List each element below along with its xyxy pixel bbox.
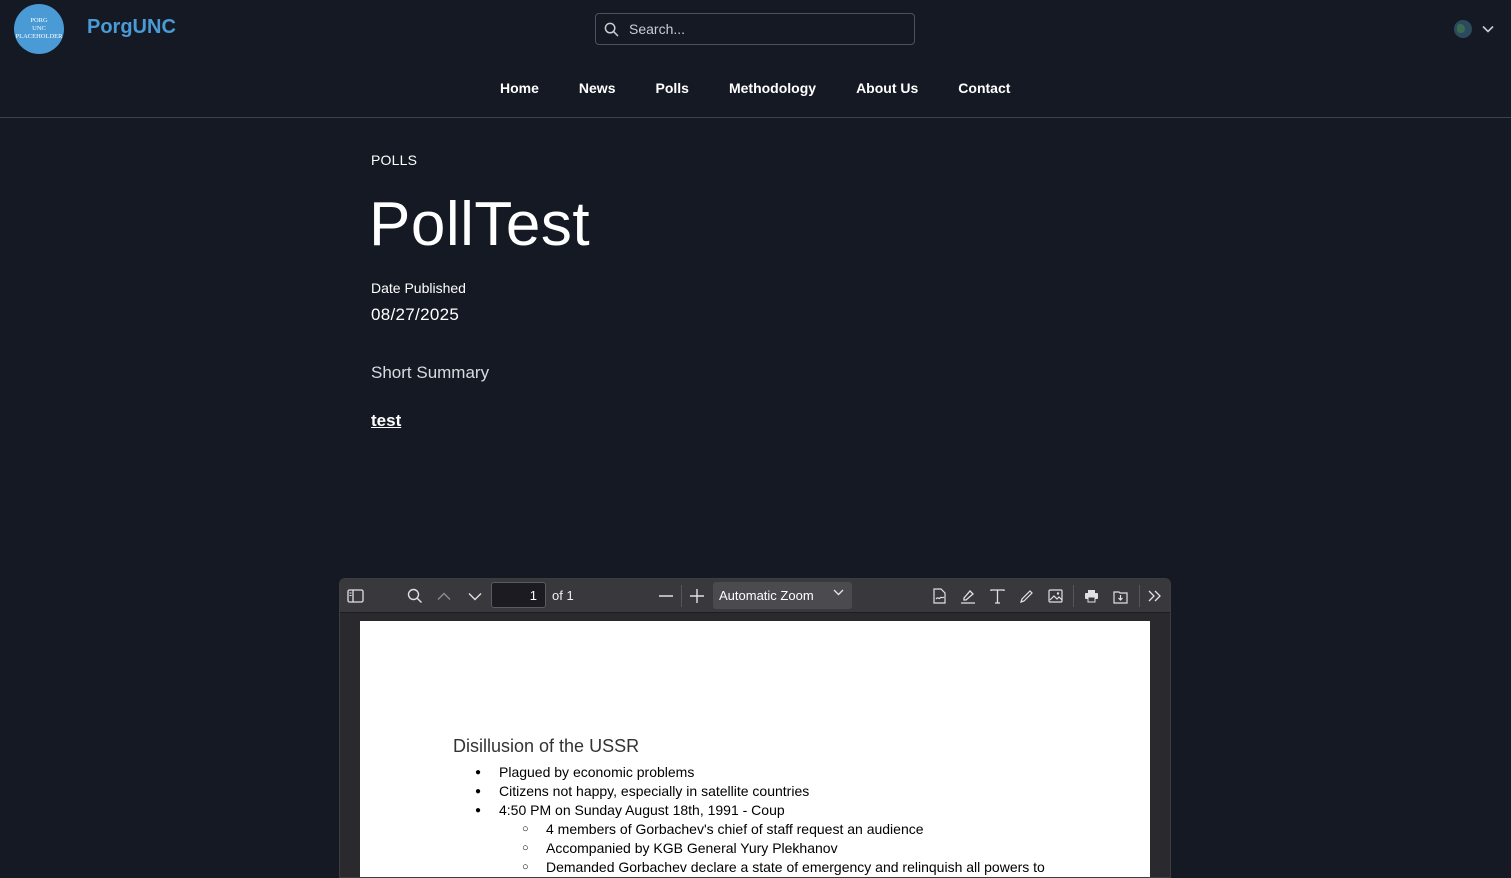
globe-icon [1454, 20, 1472, 38]
sidebar-toggle-icon[interactable] [346, 587, 364, 605]
document-bullet-list: Plagued by economic problems Citizens no… [475, 763, 1045, 877]
save-icon[interactable] [1111, 587, 1129, 605]
list-item: Citizens not happy, especially in satell… [475, 782, 1045, 801]
date-published-label: Date Published [371, 280, 466, 296]
tools-menu-icon[interactable] [1146, 587, 1164, 605]
text-tool-icon[interactable] [988, 587, 1006, 605]
nav-contact[interactable]: Contact [958, 80, 1010, 96]
draw-icon[interactable] [1017, 587, 1035, 605]
nav-methodology[interactable]: Methodology [729, 80, 816, 96]
highlight-icon[interactable] [959, 587, 977, 605]
page-title: PollTest [369, 190, 591, 259]
search-icon [604, 22, 619, 36]
zoom-in-icon[interactable] [688, 587, 706, 605]
page-number-input[interactable] [491, 582, 546, 608]
next-page-icon[interactable] [466, 587, 484, 605]
logo-line-3: PLACEHOLDER [15, 33, 63, 40]
zoom-select-value: Automatic Zoom [719, 588, 814, 603]
toolbar-separator [1073, 585, 1074, 607]
pdf-viewer: of 1 Automatic Zoom [339, 578, 1171, 878]
signature-icon[interactable] [930, 587, 948, 605]
search-input[interactable] [627, 20, 891, 38]
image-icon[interactable] [1046, 587, 1064, 605]
zoom-select[interactable]: Automatic Zoom [713, 582, 852, 609]
chevron-down-icon [1482, 25, 1494, 33]
logo-line-1: PORG [30, 17, 48, 24]
nav-about-us[interactable]: About Us [856, 80, 918, 96]
sub-list-item: Accompanied by KGB General Yury Plekhano… [522, 839, 1045, 858]
nav-home[interactable]: Home [500, 80, 539, 96]
toolbar-separator [681, 585, 682, 607]
brand-name[interactable]: PorgUNC [87, 16, 176, 39]
pdf-page: Disillusion of the USSR Plagued by econo… [360, 621, 1150, 877]
pdf-toolbar: of 1 Automatic Zoom [340, 579, 1170, 613]
site-logo[interactable]: PORG UNC PLACEHOLDER [14, 4, 64, 54]
zoom-out-icon[interactable] [657, 587, 675, 605]
sub-list-item: 4 members of Gorbachev's chief of staff … [522, 820, 1045, 839]
date-published-value: 08/27/2025 [371, 305, 460, 324]
page-count-label: of 1 [552, 588, 574, 603]
print-icon[interactable] [1082, 587, 1100, 605]
article-category: POLLS [371, 152, 418, 168]
list-item: Plagued by economic problems [475, 763, 1045, 782]
main-nav: Home News Polls Methodology About Us Con… [500, 80, 1010, 96]
site-header: PORG UNC PLACEHOLDER PorgUNC Home News P… [0, 0, 1511, 118]
find-icon[interactable] [406, 587, 424, 605]
short-summary-label: Short Summary [371, 363, 490, 382]
previous-page-icon[interactable] [435, 587, 453, 605]
summary-link[interactable]: test [371, 411, 401, 431]
sub-list-item: Demanded Gorbachev declare a state of em… [522, 858, 1045, 877]
list-item: 4:50 PM on Sunday August 18th, 1991 - Co… [475, 801, 1045, 820]
language-selector[interactable] [1454, 20, 1494, 38]
search-box[interactable] [595, 13, 915, 45]
logo-line-2: UNC [32, 25, 46, 32]
nav-polls[interactable]: Polls [655, 80, 688, 96]
nav-news[interactable]: News [579, 80, 616, 96]
chevron-down-icon [833, 589, 844, 596]
document-heading: Disillusion of the USSR [453, 736, 640, 756]
toolbar-separator [1139, 585, 1140, 607]
